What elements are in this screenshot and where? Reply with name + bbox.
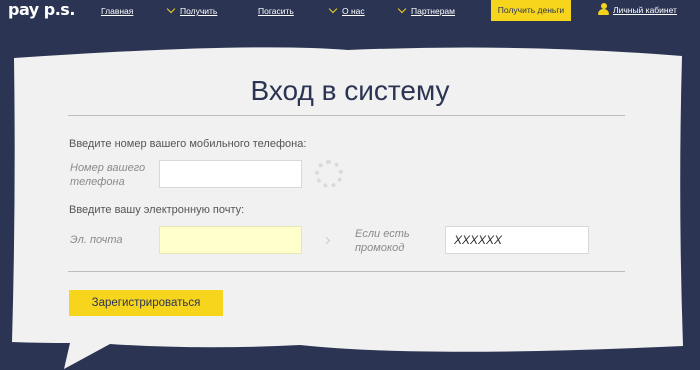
promo-code-input[interactable] <box>445 226 589 254</box>
promo-field-label: Если есть промокод <box>355 228 410 254</box>
email-prompt: Введите вашу электронную почту: <box>69 204 245 216</box>
email-input[interactable] <box>159 226 302 254</box>
divider-top <box>68 115 625 116</box>
phone-prompt: Введите номер вашего мобильного телефона… <box>69 138 307 150</box>
loading-spinner-icon <box>315 160 343 188</box>
divider-bottom <box>68 271 625 272</box>
page-title: Вход в систему <box>250 75 450 106</box>
phone-input[interactable] <box>159 160 302 188</box>
email-field-label: Эл. почта <box>70 234 123 246</box>
register-button[interactable]: Зарегистрироваться <box>69 290 223 316</box>
login-card: Вход в систему Введите номер вашего моби… <box>0 0 700 370</box>
phone-field-label: Номер вашего телефона <box>70 162 146 188</box>
